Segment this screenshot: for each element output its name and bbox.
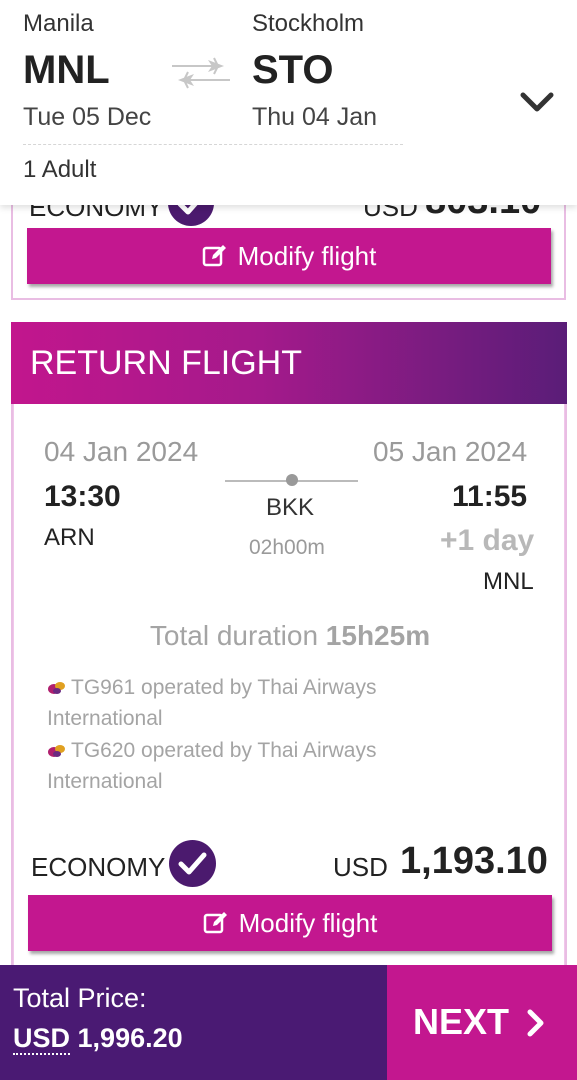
total-amount: 1,996.20: [77, 1023, 183, 1053]
total-price-label: Total Price:: [13, 983, 147, 1013]
next-button[interactable]: NEXT: [387, 965, 577, 1080]
destination-city: Stockholm: [252, 10, 365, 37]
operator-text: TG620 operated by Thai Airways Internati…: [47, 739, 377, 793]
return-depart-time: 13:30: [44, 480, 121, 513]
modify-return-flight-button[interactable]: Modify flight: [28, 895, 552, 951]
total-currency[interactable]: USD: [13, 1023, 71, 1055]
return-price: 1,193.10: [400, 840, 548, 882]
operator-line: TG961 operated by Thai Airways Internati…: [47, 672, 447, 734]
check-circle-icon: [169, 840, 216, 887]
bottom-bar: Total Price: USD 1,996.20 NEXT: [0, 965, 577, 1080]
edit-icon: [202, 243, 228, 269]
return-depart-airport: ARN: [44, 524, 95, 551]
return-flight-title: RETURN FLIGHT: [30, 344, 302, 382]
total-duration-value: 15h25m: [325, 620, 431, 651]
next-label: NEXT: [413, 1001, 510, 1042]
return-flight-header: RETURN FLIGHT: [11, 322, 567, 404]
total-price-value: USD 1,996.20: [13, 1023, 183, 1055]
modify-outbound-flight-button[interactable]: Modify flight: [27, 228, 551, 284]
thai-airways-logo-icon: [47, 737, 67, 757]
return-arrive-date: 05 Jan 2024: [373, 436, 528, 467]
header-divider: [23, 144, 403, 145]
search-summary-header: Manila MNL Tue 05 Dec Stockholm STO Thu …: [0, 0, 577, 205]
total-price-box: Total Price: USD 1,996.20: [0, 965, 387, 1080]
plane-arrows-icon: [168, 50, 234, 94]
stopover-dot: [286, 474, 298, 486]
return-depart-date: 04 Jan 2024: [44, 436, 199, 467]
destination-code: STO: [252, 48, 334, 92]
return-date: Thu 04 Jan: [252, 103, 378, 131]
passenger-count: 1 Adult: [23, 156, 97, 183]
chevron-down-icon[interactable]: [518, 86, 556, 118]
stopover-duration: 02h00m: [249, 536, 325, 559]
modify-return-label: Modify flight: [238, 907, 378, 938]
total-duration-label: Total duration: [149, 620, 319, 651]
origin-city: Manila: [23, 10, 94, 37]
edit-icon: [203, 910, 229, 936]
stopover-code: BKK: [266, 494, 315, 521]
operator-line: TG620 operated by Thai Airways Internati…: [47, 735, 447, 797]
return-arrive-time: 11:55: [452, 480, 528, 513]
return-currency: USD: [333, 852, 388, 882]
day-offset: +1 day: [440, 524, 535, 557]
return-arrive-airport: MNL: [483, 568, 534, 595]
total-duration: Total duration 15h25m: [14, 620, 566, 652]
return-flight-details: 04 Jan 2024 05 Jan 2024 13:30 11:55 BKK …: [13, 404, 565, 980]
depart-date: Tue 05 Dec: [23, 103, 152, 131]
return-flight-card: RETURN FLIGHT 04 Jan 2024 05 Jan 2024 13…: [11, 322, 567, 982]
return-fare-class: ECONOMY: [31, 852, 166, 882]
chevron-right-icon: [525, 1005, 547, 1037]
operator-text: TG961 operated by Thai Airways Internati…: [47, 676, 377, 730]
origin-code: MNL: [23, 48, 110, 92]
modify-outbound-label: Modify flight: [237, 240, 377, 271]
thai-airways-logo-icon: [47, 674, 67, 694]
